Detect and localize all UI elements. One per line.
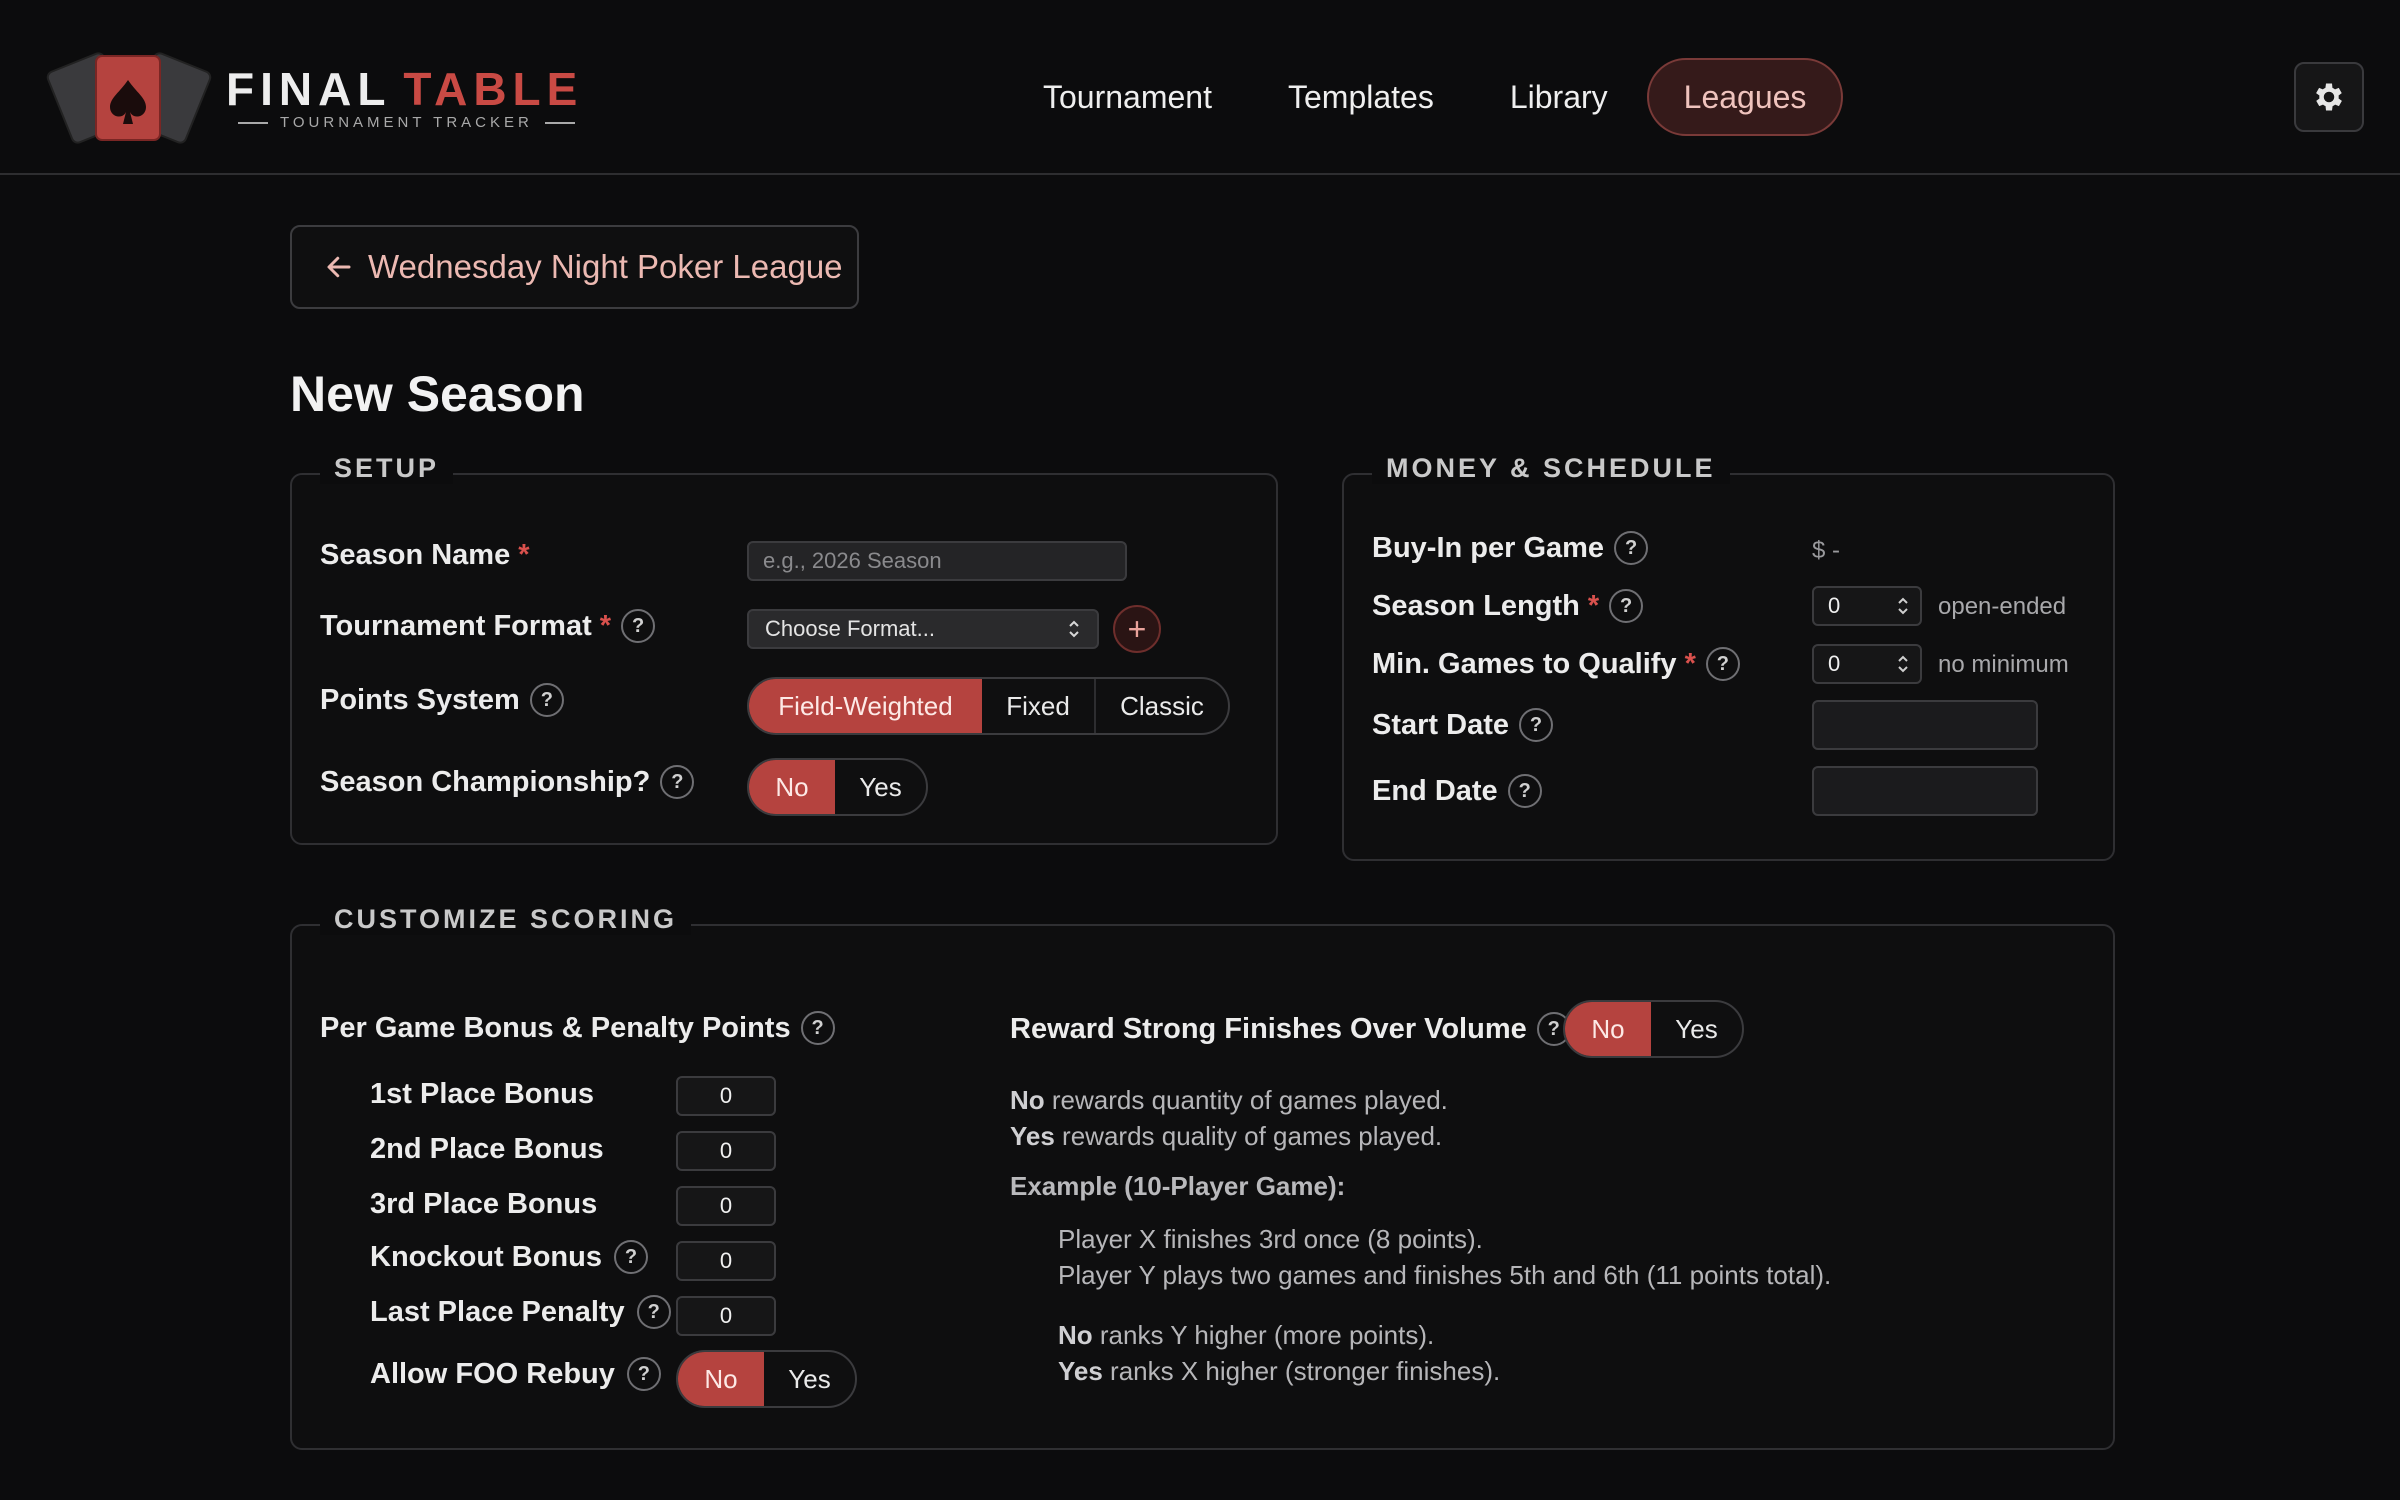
main-nav: Tournament Templates Library Leagues xyxy=(1006,58,1844,136)
foo-rebuy-label: Allow FOO Rebuy ? xyxy=(370,1357,661,1391)
championship-label: Season Championship? ? xyxy=(320,765,695,799)
points-option-field-weighted[interactable]: Field-Weighted xyxy=(749,679,982,733)
money-schedule-panel: MONEY & SCHEDULE Buy-In per Game ? $ - S… xyxy=(1342,453,2115,861)
knockout-bonus-input[interactable]: 0 xyxy=(676,1241,776,1281)
points-option-classic[interactable]: Classic xyxy=(1094,679,1228,733)
season-length-input[interactable]: 0 xyxy=(1812,586,1922,626)
tournament-format-help-icon[interactable]: ? xyxy=(621,609,656,643)
championship-help-icon[interactable]: ? xyxy=(660,765,695,799)
third-place-bonus-label: 3rd Place Bonus xyxy=(370,1188,598,1220)
reward-strong-finishes-label: Reward Strong Finishes Over Volume ? xyxy=(1010,1012,1571,1046)
foo-rebuy-help-icon[interactable]: ? xyxy=(626,1357,661,1391)
reward-option-yes[interactable]: Yes xyxy=(1651,1002,1742,1056)
foo-rebuy-toggle: No Yes xyxy=(676,1350,857,1408)
nav-library[interactable]: Library xyxy=(1473,58,1645,136)
buy-in-value: $ - xyxy=(1812,537,1841,564)
points-system-help-icon[interactable]: ? xyxy=(529,683,564,717)
customize-scoring-legend: CUSTOMIZE SCORING xyxy=(320,904,692,935)
buy-in-label: Buy-In per Game ? xyxy=(1372,531,1649,565)
championship-option-no[interactable]: No xyxy=(749,760,835,814)
first-place-bonus-label: 1st Place Bonus xyxy=(370,1078,595,1110)
knockout-bonus-label: Knockout Bonus ? xyxy=(370,1240,648,1274)
nav-leagues[interactable]: Leagues xyxy=(1646,58,1844,136)
example-results: No ranks Y higher (more points). Yes ran… xyxy=(1058,1320,1501,1386)
end-date-input[interactable] xyxy=(1812,766,2038,816)
back-button-label: Wednesday Night Poker League xyxy=(368,248,843,285)
foo-rebuy-option-yes[interactable]: Yes xyxy=(764,1352,855,1406)
settings-button[interactable] xyxy=(2294,62,2364,132)
points-system-label: Points System ? xyxy=(320,683,564,717)
example-players: Player X finishes 3rd once (8 points). P… xyxy=(1058,1224,1832,1290)
buy-in-help-icon[interactable]: ? xyxy=(1614,531,1649,565)
season-name-label: Season Name * xyxy=(320,539,530,571)
example-heading: Example (10-Player Game): xyxy=(1010,1171,1346,1201)
second-place-bonus-label: 2nd Place Bonus xyxy=(370,1133,604,1165)
tournament-format-label: Tournament Format * ? xyxy=(320,609,656,643)
knockout-help-icon[interactable]: ? xyxy=(614,1240,648,1274)
season-length-help-icon[interactable]: ? xyxy=(1609,589,1644,623)
last-place-help-icon[interactable]: ? xyxy=(636,1295,671,1329)
end-date-help-icon[interactable]: ? xyxy=(1507,774,1542,808)
tournament-format-select[interactable]: Choose Format... xyxy=(747,609,1099,649)
end-date-label: End Date ? xyxy=(1372,774,1542,808)
last-place-penalty-label: Last Place Penalty ? xyxy=(370,1295,671,1329)
start-date-label: Start Date ? xyxy=(1372,708,1553,742)
customize-scoring-panel: CUSTOMIZE SCORING Per Game Bonus & Penal… xyxy=(290,904,2115,1450)
reward-description: No rewards quantity of games played. Yes… xyxy=(1010,1085,1448,1151)
min-games-input[interactable]: 0 xyxy=(1812,644,1922,684)
arrow-left-icon xyxy=(327,256,351,278)
bonus-help-icon[interactable]: ? xyxy=(800,1011,835,1045)
nav-tournament[interactable]: Tournament xyxy=(1006,58,1249,136)
setup-legend: SETUP xyxy=(320,453,454,484)
setup-panel: SETUP Season Name* Tournament Format* ? … xyxy=(290,453,1278,845)
third-place-bonus-input[interactable]: 0 xyxy=(676,1186,776,1226)
spinner-arrows-icon xyxy=(1898,597,1908,615)
gear-icon xyxy=(2316,83,2342,111)
reward-option-no[interactable]: No xyxy=(1565,1002,1651,1056)
foo-rebuy-option-no[interactable]: No xyxy=(678,1352,764,1406)
first-place-bonus-input[interactable]: 0 xyxy=(676,1076,776,1116)
start-date-help-icon[interactable]: ? xyxy=(1519,708,1553,742)
start-date-input[interactable] xyxy=(1812,700,2038,750)
min-games-label: Min. Games to Qualify * ? xyxy=(1372,647,1740,681)
spinner-arrows-icon xyxy=(1898,655,1908,673)
back-to-league-button[interactable]: Wednesday Night Poker League xyxy=(290,225,859,309)
points-option-fixed[interactable]: Fixed xyxy=(982,679,1094,733)
page-title: New Season xyxy=(290,366,585,422)
brand-tagline: TOURNAMENT TRACKER xyxy=(226,114,575,131)
add-format-button[interactable]: + xyxy=(1113,605,1161,653)
nav-templates[interactable]: Templates xyxy=(1251,58,1471,136)
bonus-heading: Per Game Bonus & Penalty Points ? xyxy=(320,1011,835,1045)
select-arrows-icon xyxy=(1069,620,1079,638)
cards-logo-icon xyxy=(46,52,212,144)
min-games-hint: no minimum xyxy=(1938,651,2069,678)
brand-title: FINAL TABLE xyxy=(226,63,584,115)
top-header: FINAL TABLE TOURNAMENT TRACKER Tournament… xyxy=(0,0,2400,175)
min-games-help-icon[interactable]: ? xyxy=(1705,647,1740,681)
season-name-input[interactable] xyxy=(747,541,1127,581)
season-length-hint: open-ended xyxy=(1938,593,2067,620)
second-place-bonus-input[interactable]: 0 xyxy=(676,1131,776,1171)
last-place-penalty-input[interactable]: 0 xyxy=(676,1296,776,1336)
points-system-toggle: Field-Weighted Fixed Classic xyxy=(747,677,1230,735)
reward-strong-finishes-toggle: No Yes xyxy=(1563,1000,1744,1058)
championship-toggle: No Yes xyxy=(747,758,928,816)
championship-option-yes[interactable]: Yes xyxy=(835,760,926,814)
season-length-label: Season Length * ? xyxy=(1372,589,1644,623)
brand-logo[interactable]: FINAL TABLE TOURNAMENT TRACKER xyxy=(44,48,577,144)
money-schedule-legend: MONEY & SCHEDULE xyxy=(1372,453,1730,484)
